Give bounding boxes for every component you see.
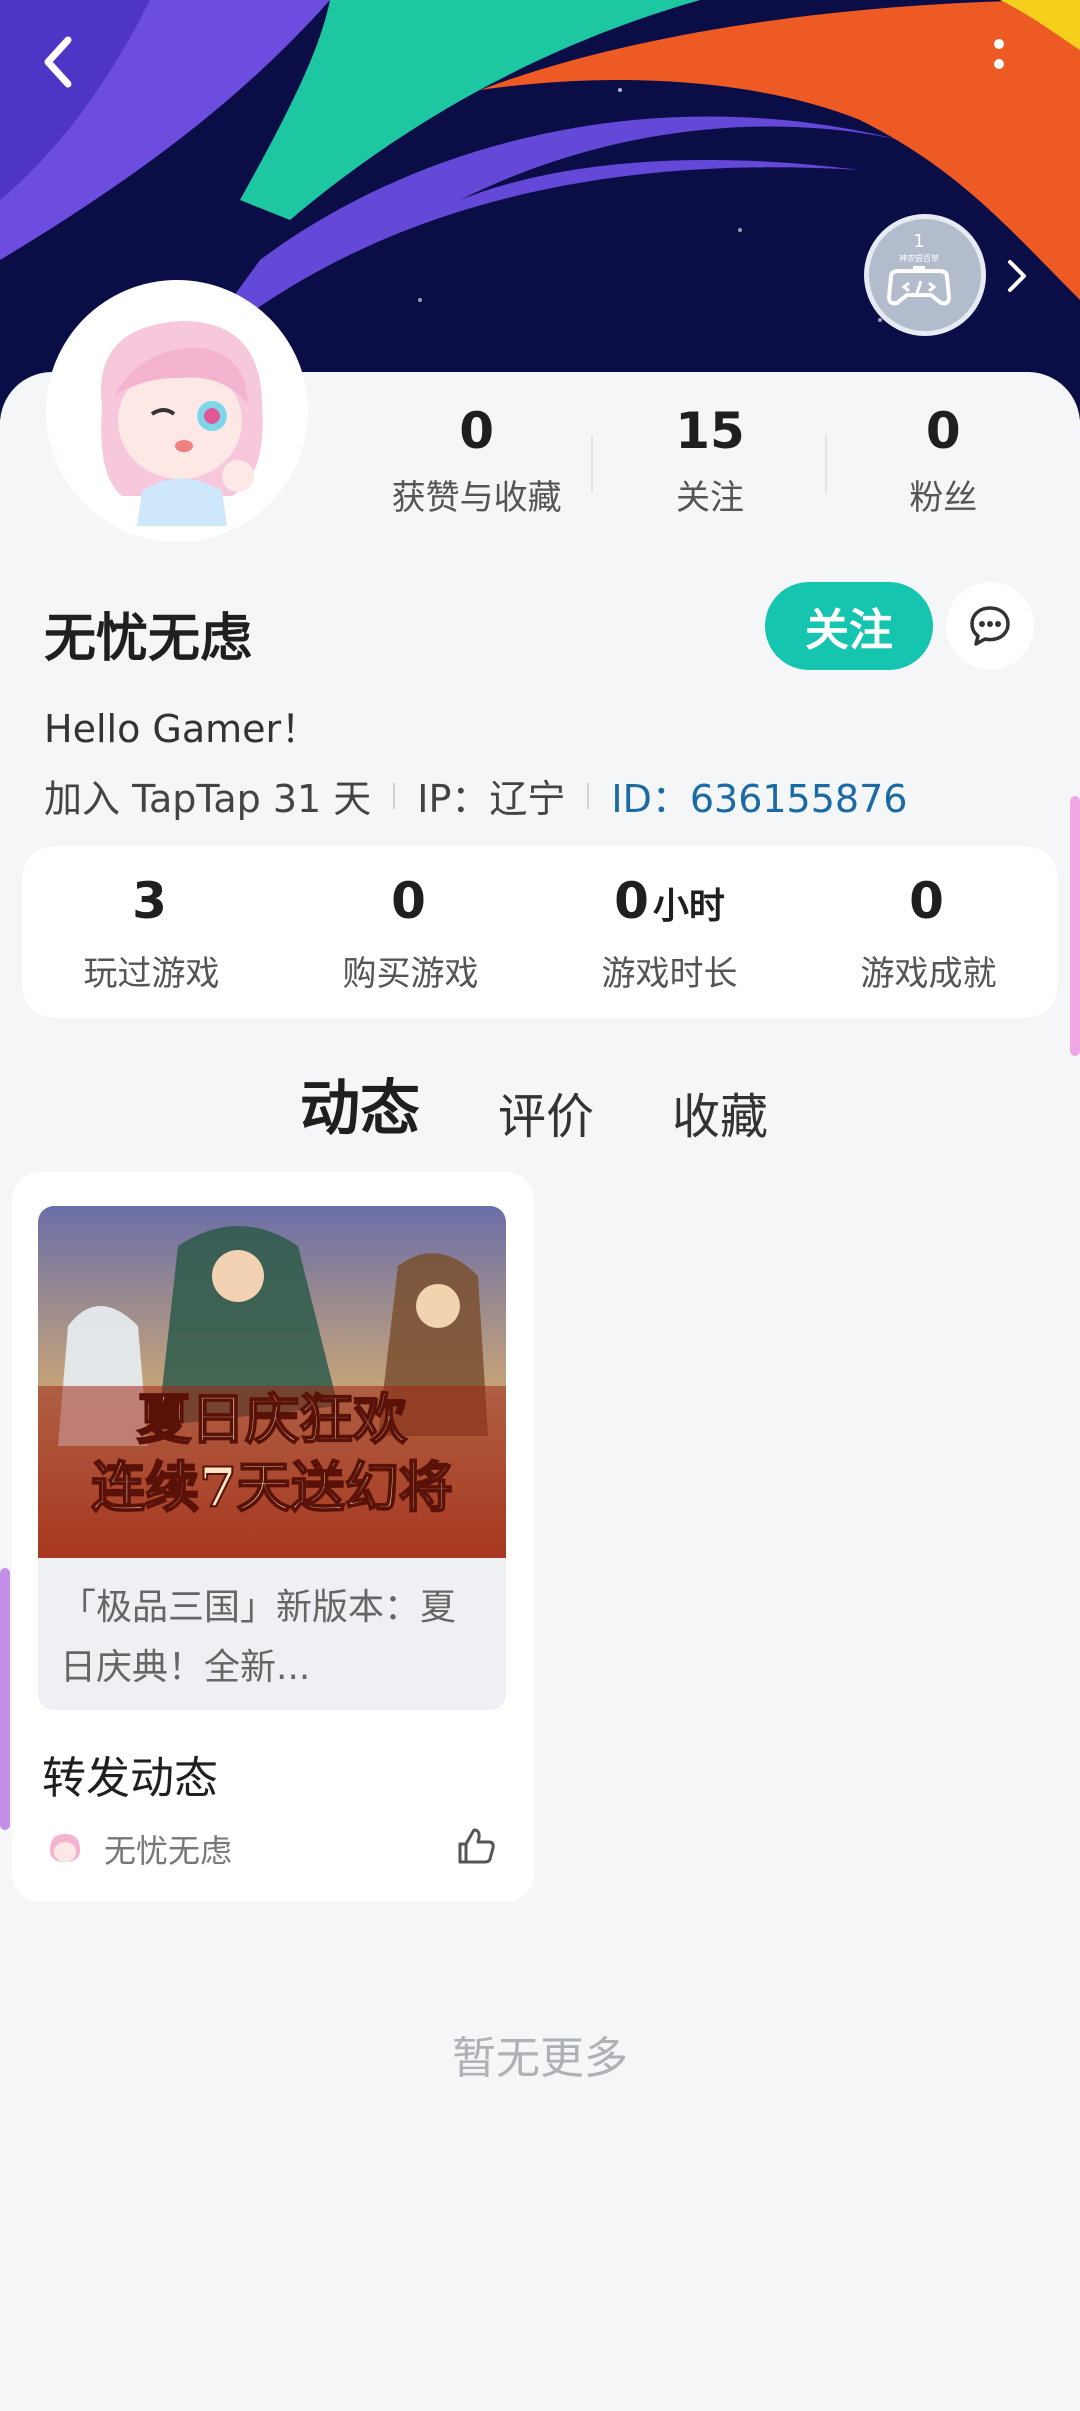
stat-value: 0 (925, 402, 961, 460)
stat-label: 获赞与收藏 (391, 478, 562, 518)
author-avatar (42, 1826, 88, 1872)
profile-stats: 0 获赞与收藏 15 关注 0 粉丝 (360, 400, 1060, 530)
stat-value: 0 (909, 872, 944, 930)
badge-title: 神农尝百草 (899, 253, 939, 263)
stat-value: 0 (391, 872, 426, 930)
back-button[interactable] (40, 36, 100, 96)
chat-bubble-icon (970, 606, 1010, 646)
more-options-button[interactable] (992, 36, 1052, 96)
stat-purchased-games[interactable]: 0 购买游戏 (281, 846, 540, 1018)
stat-label: 游戏成就 (860, 954, 997, 994)
tab-posts[interactable]: 动态 (300, 1060, 420, 1147)
join-days: 加入 TapTap 31 天 (44, 777, 372, 821)
badge-level: 1 (913, 231, 924, 252)
author-name: 无忧无虑 (104, 1832, 233, 1870)
chevron-right-icon (1008, 260, 1026, 292)
chevron-left-icon (44, 36, 72, 88)
gamepad-badge-icon: 1 神农尝百草 (886, 231, 952, 306)
post-card[interactable]: 夏日庆狂欢 连续7天送幻将 「极品三国」新版本：夏日庆典！全新... 转发动态 … (12, 1172, 534, 1902)
ip-location: IP：辽宁 (417, 777, 566, 821)
more-vertical-icon (994, 39, 1004, 69)
stat-likes[interactable]: 0 获赞与收藏 (360, 400, 594, 530)
username: 无忧无虑 (44, 609, 253, 669)
post-author[interactable]: 无忧无虑 (42, 1826, 232, 1872)
stat-label: 游戏时长 (601, 954, 738, 994)
divider (393, 782, 396, 809)
follow-button[interactable]: 关注 (765, 582, 933, 670)
tab-favorites[interactable]: 收藏 (672, 1077, 768, 1147)
post-image[interactable]: 夏日庆狂欢 连续7天送幻将 (38, 1206, 506, 1558)
edge-indicator (0, 1568, 10, 1830)
tab-reviews[interactable]: 评价 (498, 1077, 594, 1147)
scroll-indicator (1070, 796, 1080, 1056)
message-button[interactable] (946, 582, 1034, 670)
stat-value: 3 (132, 872, 167, 930)
stat-play-time[interactable]: 0 小时 游戏时长 (540, 846, 799, 1018)
stat-label: 玩过游戏 (83, 954, 220, 994)
repost-preview[interactable]: 「极品三国」新版本：夏日庆典！全新... (38, 1558, 506, 1710)
stat-value: 15 (675, 402, 745, 460)
stat-label: 关注 (675, 478, 744, 518)
user-id[interactable]: ID：636155876 (611, 768, 907, 823)
no-more-text: 暂无更多 (452, 2033, 628, 2084)
avatar[interactable] (52, 286, 302, 536)
stat-value: 0 (459, 402, 495, 460)
like-button[interactable] (454, 1824, 504, 1874)
stat-followers[interactable]: 0 粉丝 (827, 400, 1060, 530)
bio-text: Hello Gamer！ (44, 707, 320, 751)
divider (587, 782, 590, 809)
mini-avatar-image (42, 1826, 88, 1872)
stat-achievements[interactable]: 0 游戏成就 (799, 846, 1058, 1018)
post-title: 转发动态 (42, 1753, 218, 1804)
promo-headline-2: 连续7天送幻将 (91, 1455, 453, 1519)
game-promo-image: 夏日庆狂欢 连续7天送幻将 (38, 1206, 506, 1558)
stat-value: 0 小时 (614, 872, 725, 930)
badge-chevron-right[interactable] (1000, 256, 1032, 296)
stat-label: 购买游戏 (342, 954, 479, 994)
thumbs-up-icon (458, 1828, 495, 1864)
stat-played-games[interactable]: 3 玩过游戏 (22, 846, 281, 1018)
achievement-badge[interactable]: 1 神农尝百草 (864, 214, 986, 336)
promo-headline-1: 夏日庆狂欢 (137, 1387, 407, 1451)
profile-tabs: 动态 评价 收藏 (300, 1060, 846, 1147)
anime-avatar-image (52, 286, 302, 536)
stat-following[interactable]: 15 关注 (593, 400, 827, 530)
stat-label: 粉丝 (909, 478, 978, 518)
profile-meta: 加入 TapTap 31 天 IP：辽宁 ID：636155876 (44, 768, 907, 823)
game-stats-card: 3 玩过游戏 0 购买游戏 0 小时 游戏时长 0 游戏成就 (22, 846, 1058, 1018)
